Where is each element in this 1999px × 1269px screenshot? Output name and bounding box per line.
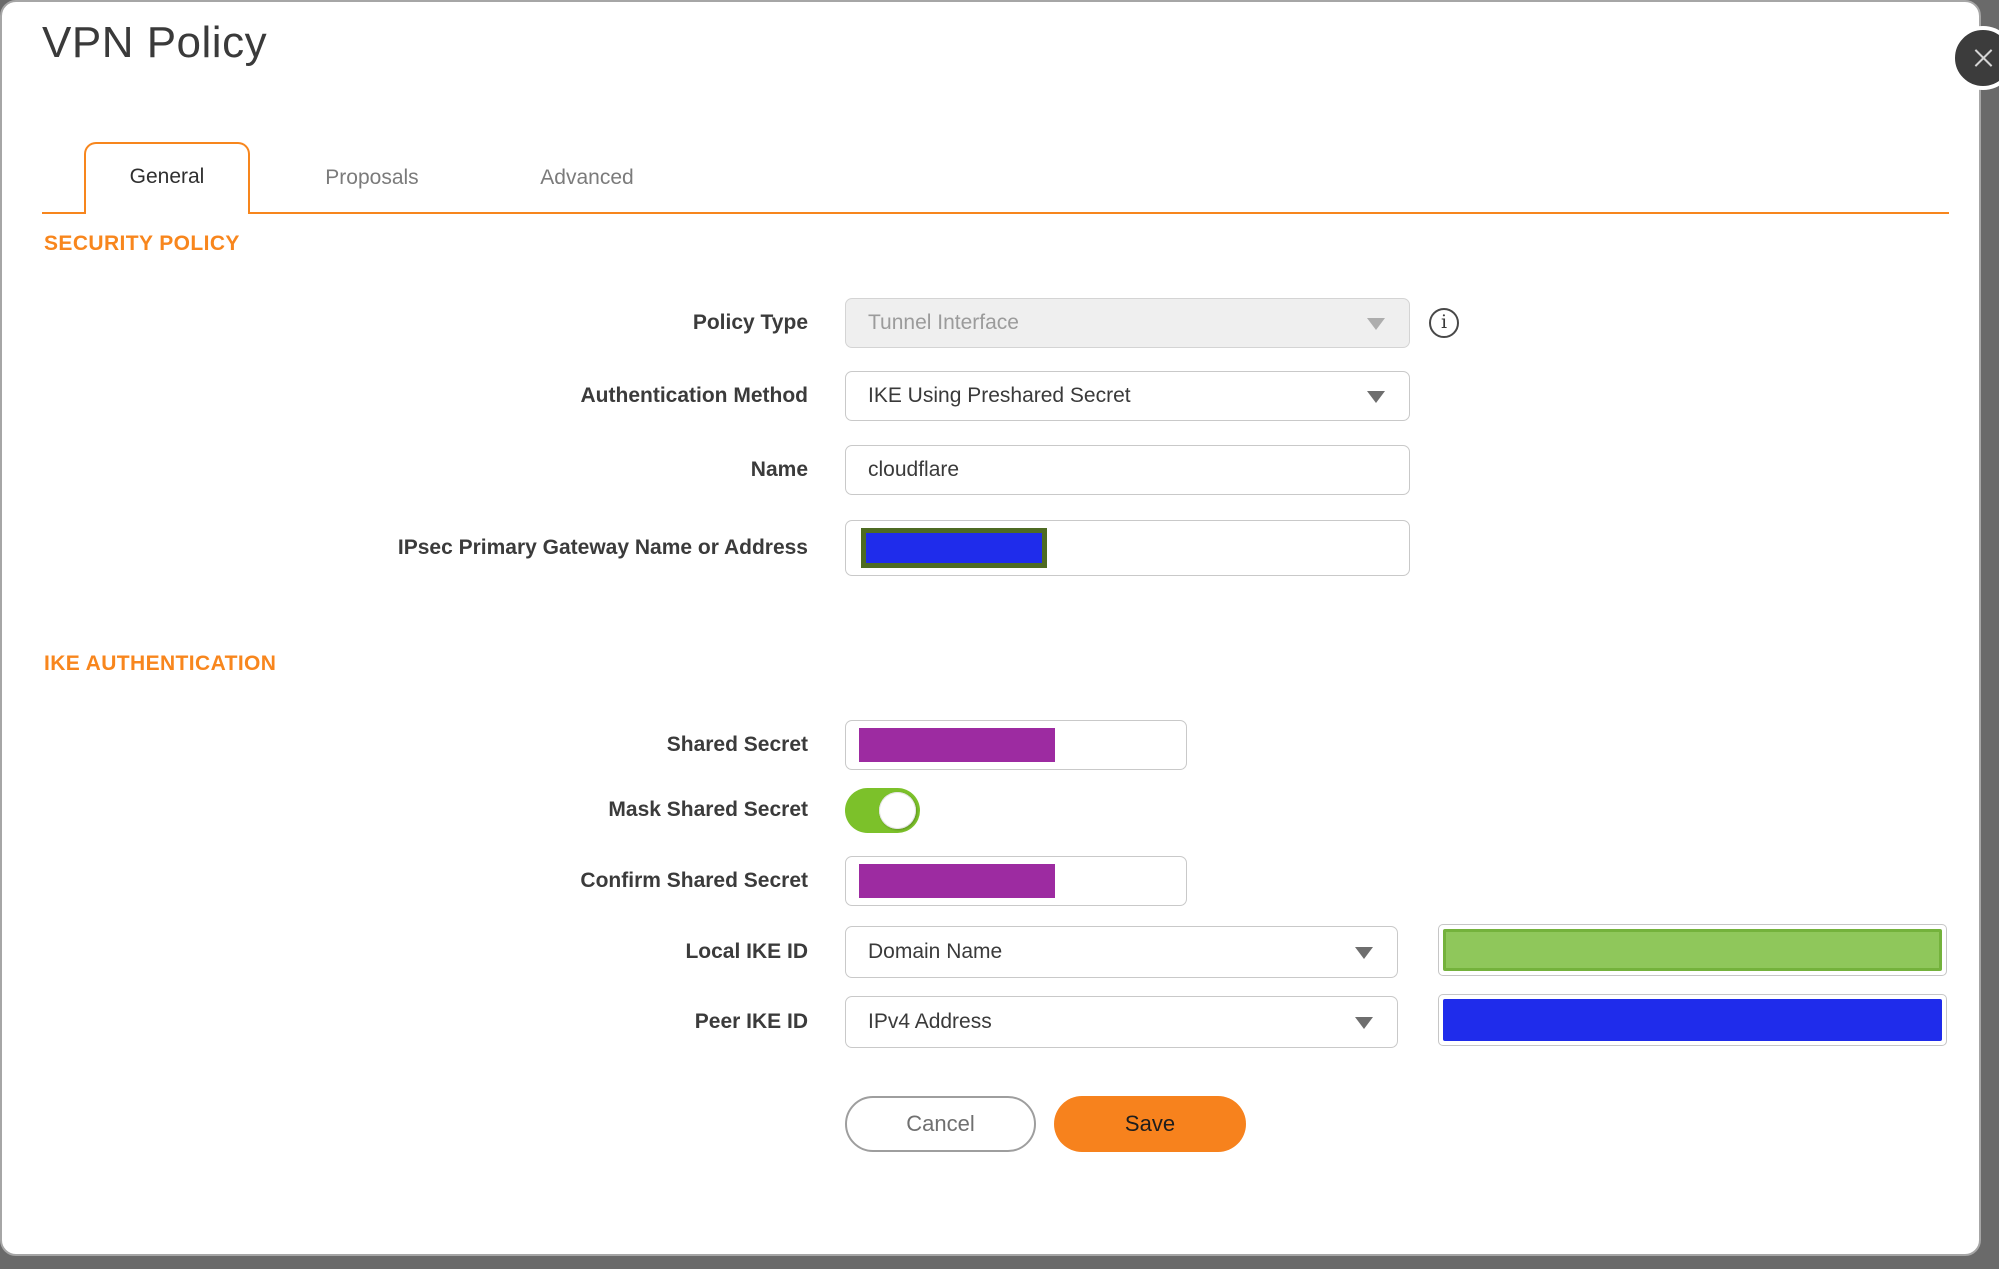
- toggle-knob: [879, 792, 916, 829]
- shared-secret-input[interactable]: [845, 720, 1187, 770]
- ipsec-gateway-label: IPsec Primary Gateway Name or Address: [397, 536, 808, 559]
- ike-authentication-heading: IKE AUTHENTICATION: [44, 652, 277, 675]
- cancel-button[interactable]: Cancel: [845, 1096, 1036, 1152]
- authentication-method-dropdown[interactable]: IKE Using Preshared Secret: [845, 371, 1410, 421]
- policy-type-dropdown: Tunnel Interface: [845, 298, 1410, 348]
- local-ike-id-label: Local IKE ID: [685, 940, 808, 963]
- chevron-down-icon: [1355, 1017, 1373, 1029]
- peer-ike-id-dropdown[interactable]: IPv4 Address: [845, 996, 1398, 1048]
- authentication-method-value: IKE Using Preshared Secret: [868, 384, 1131, 407]
- name-input[interactable]: cloudflare: [845, 445, 1410, 495]
- redaction-block: [1443, 929, 1942, 971]
- peer-ike-id-value: IPv4 Address: [868, 1010, 992, 1033]
- redaction-block: [859, 864, 1055, 898]
- shared-secret-label: Shared Secret: [666, 733, 808, 756]
- chevron-down-icon: [1355, 947, 1373, 959]
- security-policy-heading: SECURITY POLICY: [44, 232, 240, 255]
- redaction-block: [861, 528, 1047, 568]
- info-icon[interactable]: i: [1429, 308, 1459, 338]
- tab-advanced[interactable]: Advanced: [522, 142, 652, 214]
- tab-general-label: General: [129, 165, 205, 188]
- local-ike-id-value: Domain Name: [868, 940, 1003, 963]
- ipsec-gateway-input[interactable]: [845, 520, 1410, 576]
- tab-advanced-label: Advanced: [540, 166, 634, 189]
- redaction-block: [859, 728, 1055, 762]
- page-title: VPN Policy: [42, 18, 268, 67]
- tab-proposals[interactable]: Proposals: [302, 142, 442, 214]
- policy-type-label: Policy Type: [692, 311, 808, 334]
- info-icon-glyph: i: [1440, 311, 1448, 333]
- save-button[interactable]: Save: [1054, 1096, 1246, 1152]
- peer-ike-id-label: Peer IKE ID: [694, 1010, 808, 1033]
- tab-proposals-label: Proposals: [325, 166, 419, 189]
- confirm-shared-secret-label: Confirm Shared Secret: [580, 869, 808, 892]
- name-input-value: cloudflare: [868, 458, 960, 481]
- mask-shared-secret-label: Mask Shared Secret: [608, 798, 808, 821]
- redaction-block: [1443, 999, 1942, 1041]
- confirm-shared-secret-input[interactable]: [845, 856, 1187, 906]
- local-ike-id-dropdown[interactable]: Domain Name: [845, 926, 1398, 978]
- policy-type-value: Tunnel Interface: [868, 311, 1019, 334]
- local-ike-id-input[interactable]: [1438, 924, 1947, 976]
- mask-shared-secret-toggle[interactable]: [845, 788, 920, 833]
- chevron-down-icon: [1367, 318, 1385, 330]
- vpn-policy-dialog: VPN Policy General Proposals Advanced SE…: [0, 0, 1981, 1256]
- chevron-down-icon: [1367, 391, 1385, 403]
- tab-general[interactable]: General: [84, 142, 250, 214]
- authentication-method-label: Authentication Method: [580, 384, 808, 407]
- peer-ike-id-input[interactable]: [1438, 994, 1947, 1046]
- name-label: Name: [750, 458, 808, 481]
